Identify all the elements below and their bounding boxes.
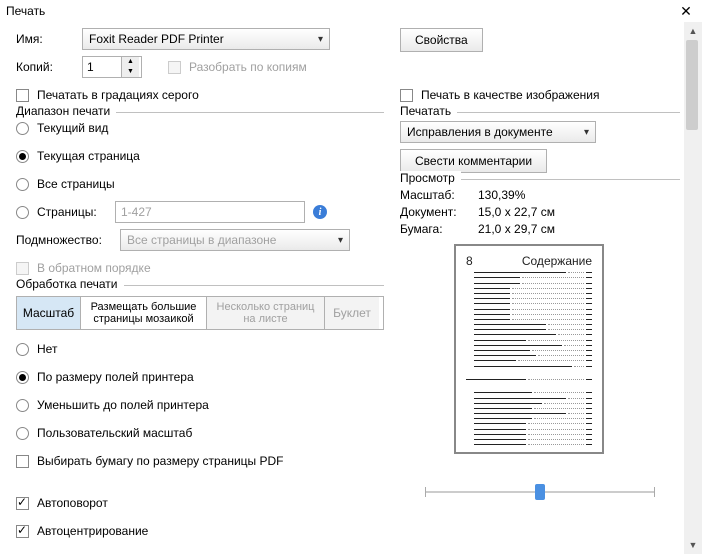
tab-scale[interactable]: Масштаб xyxy=(17,297,81,329)
printer-select[interactable]: Foxit Reader PDF Printer ▾ xyxy=(82,28,330,50)
chevron-down-icon: ▾ xyxy=(584,127,589,138)
print-what-select[interactable]: Исправления в документе ▾ xyxy=(400,121,596,143)
zoom-label: Масштаб: xyxy=(400,188,478,202)
radio-current-page[interactable] xyxy=(16,150,29,163)
scroll-down-icon[interactable]: ▼ xyxy=(684,536,702,554)
radio-scale-fit-label: По размеру полей принтера xyxy=(37,370,194,384)
collate-label: Разобрать по копиям xyxy=(189,60,307,74)
vertical-scrollbar[interactable]: ▲ ▼ xyxy=(684,22,702,554)
radio-current-page-label: Текущая страница xyxy=(37,149,140,163)
radio-scale-reduce-label: Уменьшить до полей принтера xyxy=(37,398,209,412)
scroll-up-icon[interactable]: ▲ xyxy=(684,22,702,40)
chevron-down-icon: ▾ xyxy=(338,235,343,246)
left-panel: Имя: Foxit Reader PDF Printer ▾ Копий: ▲… xyxy=(0,22,394,554)
preview-page: 8 Содержание xyxy=(454,244,604,454)
auto-rotate-label: Автоповорот xyxy=(37,496,108,510)
grayscale-checkbox[interactable] xyxy=(16,89,29,102)
properties-button[interactable]: Свойства xyxy=(400,28,483,52)
info-icon[interactable]: i xyxy=(313,205,327,219)
radio-current-view-label: Текущий вид xyxy=(37,121,108,135)
preview-slider[interactable] xyxy=(400,482,680,502)
auto-center-checkbox[interactable] xyxy=(16,525,29,538)
scroll-thumb[interactable] xyxy=(686,40,698,130)
choose-paper-label: Выбирать бумагу по размеру страницы PDF xyxy=(37,454,284,468)
radio-scale-custom-label: Пользовательский масштаб xyxy=(37,426,192,440)
titlebar: Печать ✕ xyxy=(0,0,702,22)
print-handling-title: Обработка печати xyxy=(16,277,124,291)
print-range-title: Диапазон печати xyxy=(16,104,116,118)
paper-label: Бумага: xyxy=(400,222,478,236)
copies-stepper[interactable]: ▲ ▼ xyxy=(82,56,142,78)
doc-value: 15,0 x 22,7 см xyxy=(478,205,555,219)
name-label: Имя: xyxy=(16,32,74,46)
tab-tile[interactable]: Размещать большие страницы мозаикой xyxy=(81,297,207,329)
summarize-button[interactable]: Свести комментарии xyxy=(400,149,547,173)
radio-scale-none-label: Нет xyxy=(37,342,57,356)
chevron-down-icon: ▾ xyxy=(318,34,323,45)
doc-label: Документ: xyxy=(400,205,478,219)
print-what-title: Печатать xyxy=(400,104,457,118)
choose-paper-checkbox[interactable] xyxy=(16,455,29,468)
radio-scale-reduce[interactable] xyxy=(16,399,29,412)
radio-scale-fit[interactable] xyxy=(16,371,29,384)
print-as-image-label: Печать в качестве изображения xyxy=(421,88,599,102)
slider-thumb[interactable] xyxy=(535,484,545,500)
spin-down-icon[interactable]: ▼ xyxy=(122,67,139,77)
grayscale-label: Печатать в градациях серого xyxy=(37,88,199,102)
paper-value: 21,0 x 29,7 см xyxy=(478,222,555,236)
pages-input[interactable] xyxy=(115,201,305,223)
scroll-track[interactable] xyxy=(684,40,702,536)
collate-checkbox xyxy=(168,61,181,74)
print-range-group: Диапазон печати Текущий вид Текущая стра… xyxy=(16,112,384,279)
print-what-value: Исправления в документе xyxy=(407,125,553,139)
preview-page-head: Содержание xyxy=(522,254,592,268)
reverse-checkbox xyxy=(16,262,29,275)
auto-rotate-checkbox[interactable] xyxy=(16,497,29,510)
subset-value: Все страницы в диапазоне xyxy=(127,233,276,247)
subset-select[interactable]: Все страницы в диапазоне ▾ xyxy=(120,229,350,251)
radio-scale-custom[interactable] xyxy=(16,427,29,440)
copies-input[interactable] xyxy=(83,60,121,74)
radio-current-view[interactable] xyxy=(16,122,29,135)
radio-pages-label: Страницы: xyxy=(37,205,107,219)
radio-all-pages-label: Все страницы xyxy=(37,177,115,191)
printer-select-value: Foxit Reader PDF Printer xyxy=(89,32,224,46)
tab-booklet: Буклет xyxy=(325,297,379,329)
radio-scale-none[interactable] xyxy=(16,343,29,356)
copies-label: Копий: xyxy=(16,60,74,74)
reverse-label: В обратном порядке xyxy=(37,261,151,275)
tab-multiple: Несколько страниц на листе xyxy=(207,297,325,329)
preview-group: Просмотр Масштаб: 130,39% Документ: 15,0… xyxy=(400,179,680,502)
print-what-group: Печатать Исправления в документе ▾ Свест… xyxy=(400,112,680,173)
subset-label: Подмножество: xyxy=(16,233,112,247)
close-icon[interactable]: ✕ xyxy=(676,3,696,20)
right-panel: Свойства Печать в качестве изображения П… xyxy=(394,22,684,554)
radio-all-pages[interactable] xyxy=(16,178,29,191)
spin-up-icon[interactable]: ▲ xyxy=(122,57,139,67)
preview-title: Просмотр xyxy=(400,171,461,185)
print-as-image-checkbox[interactable] xyxy=(400,89,413,102)
window-title: Печать xyxy=(6,4,45,18)
zoom-value: 130,39% xyxy=(478,188,525,202)
handling-tabs: Масштаб Размещать большие страницы мозаи… xyxy=(16,296,384,330)
preview-page-num: 8 xyxy=(466,254,473,268)
print-handling-group: Обработка печати Масштаб Размещать больш… xyxy=(16,285,384,472)
radio-pages[interactable] xyxy=(16,206,29,219)
auto-center-label: Автоцентрирование xyxy=(37,524,148,538)
